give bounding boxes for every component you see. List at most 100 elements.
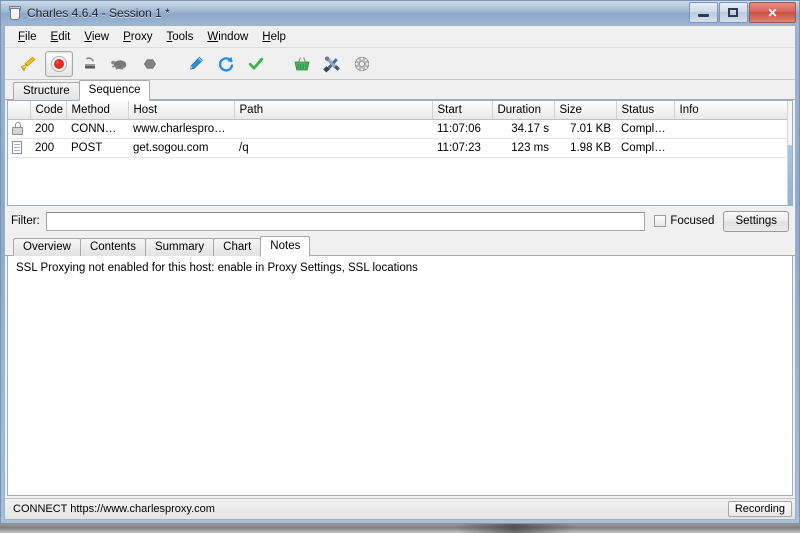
maximize-icon — [728, 8, 738, 17]
validate-icon — [247, 55, 265, 73]
request-table-panel: Code Method Host Path Start Duration Siz… — [7, 100, 793, 206]
detail-panel: SSL Proxying not enabled for this host: … — [7, 256, 793, 496]
maximize-button[interactable] — [719, 2, 748, 23]
filter-label: Filter: — [11, 215, 40, 227]
request-table: Code Method Host Path Start Duration Siz… — [8, 101, 792, 158]
cell-size: 1.98 KB — [554, 139, 616, 158]
status-message: CONNECT https://www.charlesproxy.com — [13, 503, 728, 515]
col-host[interactable]: Host — [128, 101, 234, 120]
cell-size: 7.01 KB — [554, 120, 616, 139]
cell-duration: 34.17 s — [492, 120, 554, 139]
table-row[interactable]: 200 POST get.sogou.com /q 11:07:23 123 m… — [8, 139, 792, 158]
compose-icon — [186, 54, 206, 74]
cell-method: CONNECT — [66, 120, 128, 139]
throttle-icon — [81, 55, 99, 73]
cell-code: 200 — [30, 120, 66, 139]
tab-notes[interactable]: Notes — [260, 236, 310, 257]
view-tabs: Structure Sequence — [5, 80, 795, 100]
breakpoints-icon — [141, 55, 159, 73]
charles-main-window: Charles 4.6.4 - Session 1 * ✕ File Edit … — [0, 0, 800, 524]
col-info[interactable]: Info — [674, 101, 792, 120]
col-path[interactable]: Path — [234, 101, 432, 120]
record-button[interactable] — [45, 51, 73, 77]
tools-basket-button[interactable] — [289, 52, 315, 76]
col-start[interactable]: Start — [432, 101, 492, 120]
close-button[interactable]: ✕ — [749, 2, 796, 23]
tab-contents[interactable]: Contents — [80, 238, 146, 256]
focused-label: Focused — [670, 215, 714, 227]
tab-structure[interactable]: Structure — [13, 82, 80, 100]
cell-code: 200 — [30, 139, 66, 158]
menu-edit[interactable]: Edit — [44, 29, 78, 45]
cell-info — [674, 120, 792, 139]
focused-checkbox-wrap[interactable]: Focused — [654, 215, 714, 227]
tab-summary[interactable]: Summary — [145, 238, 214, 256]
col-method[interactable]: Method — [66, 101, 128, 120]
client-area: File Edit View Proxy Tools Window Help — [4, 25, 796, 520]
menu-bar: File Edit View Proxy Tools Window Help — [5, 26, 795, 48]
tools-wrench-icon — [322, 54, 342, 74]
cell-status: Comple... — [616, 139, 674, 158]
recording-status[interactable]: Recording — [728, 501, 792, 517]
tab-sequence[interactable]: Sequence — [79, 80, 151, 101]
tortoise-icon — [110, 55, 130, 73]
col-icon[interactable] — [8, 101, 30, 120]
cell-method: POST — [66, 139, 128, 158]
throttle-button[interactable] — [77, 52, 103, 76]
cell-duration: 123 ms — [492, 139, 554, 158]
cell-path: /q — [234, 139, 432, 158]
settings-gear-icon — [353, 55, 371, 73]
toolbar-separator-1 — [167, 52, 179, 76]
menu-help[interactable]: Help — [255, 29, 293, 45]
document-icon — [12, 141, 23, 154]
focused-checkbox[interactable] — [654, 215, 666, 227]
repeat-button[interactable] — [213, 52, 239, 76]
window-title: Charles 4.6.4 - Session 1 * — [27, 6, 170, 20]
menu-tools[interactable]: Tools — [160, 29, 201, 45]
col-size[interactable]: Size — [554, 101, 616, 120]
menu-file[interactable]: File — [11, 29, 44, 45]
col-duration[interactable]: Duration — [492, 101, 554, 120]
close-icon: ✕ — [767, 7, 777, 19]
window-controls: ✕ — [688, 2, 796, 22]
row-type-cell — [8, 120, 30, 139]
cell-host: get.sogou.com — [128, 139, 234, 158]
minimize-icon — [698, 14, 709, 17]
detail-tabs: Overview Contents Summary Chart Notes — [5, 236, 795, 256]
filter-bar: Filter: Focused Settings — [5, 206, 795, 236]
tab-overview[interactable]: Overview — [13, 238, 81, 256]
menu-proxy[interactable]: Proxy — [116, 29, 159, 45]
toolbar-separator-2 — [273, 52, 285, 76]
settings-gear-button[interactable] — [349, 52, 375, 76]
clear-session-icon — [18, 54, 38, 74]
compose-button[interactable] — [183, 52, 209, 76]
tab-chart[interactable]: Chart — [213, 238, 261, 256]
col-status[interactable]: Status — [616, 101, 674, 120]
cell-start: 11:07:23 — [432, 139, 492, 158]
cell-status: Comple... — [616, 120, 674, 139]
menu-view[interactable]: View — [77, 29, 116, 45]
clear-session-button[interactable] — [15, 52, 41, 76]
minimize-button[interactable] — [689, 2, 718, 23]
notes-message: SSL Proxying not enabled for this host: … — [8, 256, 792, 280]
col-code[interactable]: Code — [30, 101, 66, 120]
throttle-settings-button[interactable] — [107, 52, 133, 76]
settings-button[interactable]: Settings — [723, 211, 789, 232]
toolbar — [5, 48, 795, 80]
lock-icon — [12, 122, 23, 135]
tools-wrench-button[interactable] — [319, 52, 345, 76]
repeat-icon — [217, 55, 235, 73]
cell-start: 11:07:06 — [432, 120, 492, 139]
table-row[interactable]: 200 CONNECT www.charlesproxy.... 11:07:0… — [8, 120, 792, 139]
title-bar: Charles 4.6.4 - Session 1 * ✕ — [1, 1, 799, 25]
status-bar: CONNECT https://www.charlesproxy.com Rec… — [5, 498, 795, 519]
row-type-cell — [8, 139, 30, 158]
breakpoints-button[interactable] — [137, 52, 163, 76]
table-scrollbar[interactable] — [787, 101, 792, 205]
filter-input[interactable] — [46, 212, 646, 231]
cell-path — [234, 120, 432, 139]
menu-window[interactable]: Window — [200, 29, 255, 45]
cell-host: www.charlesproxy.... — [128, 120, 234, 139]
validate-button[interactable] — [243, 52, 269, 76]
cell-info — [674, 139, 792, 158]
